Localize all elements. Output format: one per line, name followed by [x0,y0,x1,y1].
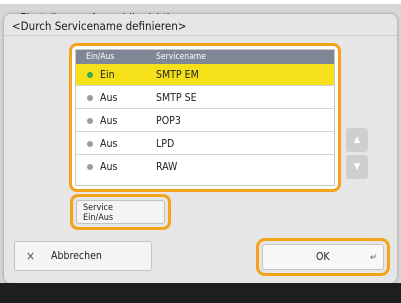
table-row[interactable]: Aus SMTP SE [76,87,334,109]
table-row[interactable]: Aus POP3 [76,110,334,132]
row-service-name: RAW [156,161,178,173]
row-service-name: SMTP EM [156,69,199,81]
dialog-title: <Durch Servicename definieren> [12,19,187,33]
row-status: Aus [100,161,118,173]
status-off-icon [87,164,93,170]
close-icon: × [26,249,36,263]
status-off-icon [87,141,93,147]
row-service-name: LPD [156,138,175,150]
ok-label: OK [316,251,330,263]
row-status: Aus [100,92,118,104]
screen: <Einstellungen Auswahlberichtigung> <Dur… [0,0,401,303]
row-service-name: SMTP SE [156,92,197,104]
service-table: Ein/Aus Servicename Ein SMTP EM Aus SMTP… [75,49,335,186]
scroll-up-button[interactable]: ▲ [346,128,368,152]
table-row[interactable]: Aus LPD [76,133,334,155]
status-off-icon [87,118,93,124]
cancel-label: Abbrechen [51,250,102,262]
enter-icon: ↵ [370,253,377,263]
ok-button-highlight: OK ↵ [256,238,390,276]
service-on-off-label-line2: Ein/Aus [83,213,114,223]
table-header: Ein/Aus Servicename [76,50,334,64]
ok-button[interactable]: OK ↵ [262,244,384,270]
table-row[interactable]: Ein SMTP EM [76,64,334,86]
status-on-icon [87,72,93,78]
cancel-button[interactable]: × Abbrechen [14,241,152,271]
service-on-off-button[interactable]: Service Ein/Aus [76,200,165,224]
row-service-name: POP3 [156,115,181,127]
row-status: Aus [100,115,118,127]
table-row[interactable]: Aus RAW [76,156,334,178]
service-toggle-highlight: Service Ein/Aus [70,194,171,230]
dialog-header-divider [4,35,397,36]
header-service-name: Servicename [156,52,206,62]
bottom-bar [0,283,401,303]
scroll-down-button[interactable]: ▼ [346,155,368,179]
row-status: Aus [100,138,118,150]
service-table-highlight: Ein/Aus Servicename Ein SMTP EM Aus SMTP… [69,43,341,192]
status-off-icon [87,95,93,101]
service-on-off-label-line1: Service [83,203,113,213]
row-status: Ein [100,69,115,81]
header-status: Ein/Aus [86,52,115,62]
